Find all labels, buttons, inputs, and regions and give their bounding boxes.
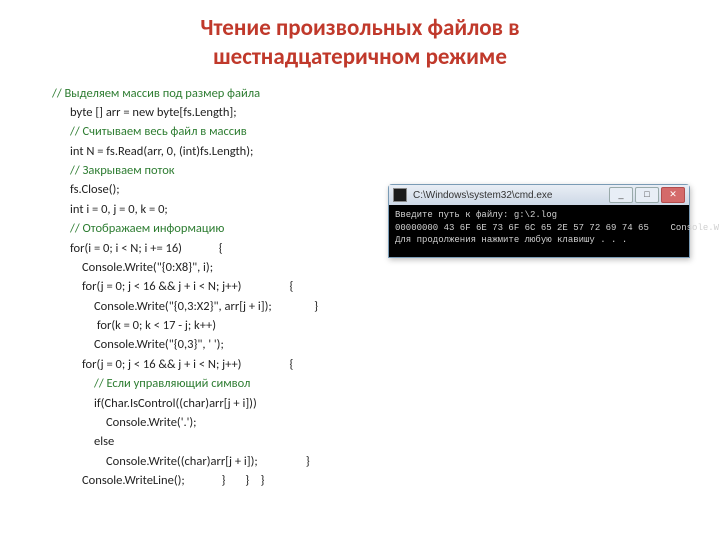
comment-line: // Выделяем массив под размер файла xyxy=(30,84,690,103)
page-title: Чтение произвольных файлов в шестнадцате… xyxy=(30,14,690,72)
title-line-1: Чтение произвольных файлов в xyxy=(200,14,519,42)
console-body: Введите путь к файлу: g:\2.log 00000000 … xyxy=(389,205,689,257)
code-line: Console.Write('.'); xyxy=(30,413,690,432)
code-line: Console.WriteLine(); } } } xyxy=(30,471,690,490)
code-line: byte [] arr = new byte[fs.Length]; xyxy=(30,103,690,122)
console-line: Введите путь к файлу: g:\2.log xyxy=(395,210,557,220)
code-line: Console.Write("{0,3:X2}", arr[j + i]); } xyxy=(30,297,690,316)
console-titlebar: C:\Windows\system32\cmd.exe _ □ ✕ xyxy=(389,185,689,205)
console-title-text: C:\Windows\system32\cmd.exe xyxy=(413,190,607,201)
code-line: for(j = 0; j < 16 && j + i < N; j++) { xyxy=(30,277,690,296)
code-line: int N = fs.Read(arr, 0, (int)fs.Length); xyxy=(30,142,690,161)
close-button[interactable]: ✕ xyxy=(661,187,685,203)
console-line: 00000000 43 6F 6E 73 6F 6C 65 2E 57 72 6… xyxy=(395,223,720,233)
code-line: for(j = 0; j < 16 && j + i < N; j++) { xyxy=(30,355,690,374)
minimize-button[interactable]: _ xyxy=(609,187,633,203)
code-line: if(Char.IsControl((char)arr[j + i])) xyxy=(30,394,690,413)
title-line-2: шестнадцатеричном режиме xyxy=(213,43,507,71)
comment-line: // Если управляющий символ xyxy=(30,374,690,393)
console-line: Для продолжения нажмите любую клавишу . … xyxy=(395,235,627,245)
code-line: Console.Write((char)arr[j + i]); } xyxy=(30,452,690,471)
maximize-button[interactable]: □ xyxy=(635,187,659,203)
console-window: C:\Windows\system32\cmd.exe _ □ ✕ Введит… xyxy=(388,184,690,258)
code-line: Console.Write("{0,3}", ' '); xyxy=(30,335,690,354)
comment-line: // Закрываем поток xyxy=(30,161,690,180)
code-line: else xyxy=(30,432,690,451)
cmd-icon xyxy=(393,188,407,202)
code-line: Console.Write("{0:X8}", i); xyxy=(30,258,690,277)
code-line: for(k = 0; k < 17 - j; k++) xyxy=(30,316,690,335)
comment-line: // Считываем весь файл в массив xyxy=(30,122,690,141)
code-block: // Выделяем массив под размер файла byte… xyxy=(30,84,690,491)
